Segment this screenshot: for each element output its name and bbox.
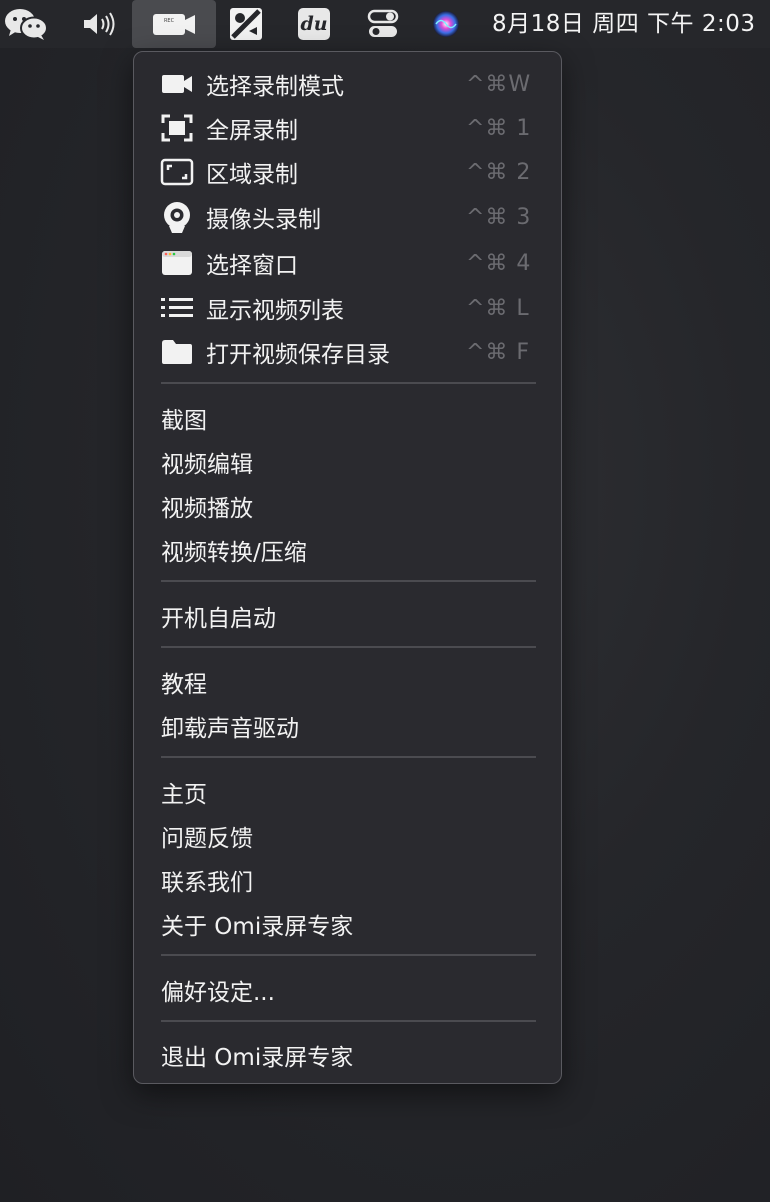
menu-item-label: 全屏录制 [206, 118, 298, 144]
menu-item-shortcut: ^⌘ 3 [466, 204, 532, 230]
wechat-icon[interactable] [2, 0, 50, 48]
menu-item-video-convert[interactable]: 视频转换/压缩 [134, 531, 561, 569]
menu-item-video-edit[interactable]: 视频编辑 [134, 443, 561, 481]
menu-item-label: 摄像头录制 [206, 207, 321, 233]
control-center-icon[interactable] [364, 0, 402, 48]
siri-icon[interactable] [428, 0, 464, 48]
menu-item-fullscreen-record[interactable]: 全屏录制 ^⌘ 1 [134, 109, 561, 147]
menu-item-homepage[interactable]: 主页 [134, 773, 561, 811]
menu-item-select-record-mode[interactable]: 选择录制模式 ^⌘W [134, 65, 561, 103]
menu-item-select-window[interactable]: 选择窗口 ^⌘ 4 [134, 244, 561, 282]
menu-item-shortcut: ^⌘ L [466, 295, 530, 321]
recorder-dropdown-menu: 选择录制模式 ^⌘W 全屏录制 ^⌘ 1 区域录制 ^⌘ 2 摄像头录制 ^⌘ … [133, 51, 562, 1084]
menu-item-contact-us[interactable]: 联系我们 [134, 861, 561, 899]
menu-item-label: 视频播放 [161, 496, 253, 522]
menu-item-uninstall-audio-driver[interactable]: 卸载声音驱动 [134, 707, 561, 745]
menu-item-launch-at-login[interactable]: 开机自启动 [134, 597, 561, 635]
folder-icon [160, 337, 194, 367]
menu-item-label: 关于 Omi录屏专家 [161, 914, 354, 940]
menu-item-shortcut: ^⌘ F [466, 339, 531, 365]
menu-item-region-record[interactable]: 区域录制 ^⌘ 2 [134, 153, 561, 191]
menu-item-label: 截图 [161, 408, 207, 434]
menu-separator [161, 580, 536, 582]
menu-item-label: 视频转换/压缩 [161, 540, 307, 566]
menu-separator [161, 954, 536, 956]
menu-item-show-video-list[interactable]: 显示视频列表 ^⌘ L [134, 289, 561, 327]
list-icon [160, 293, 194, 323]
fullscreen-icon [160, 113, 194, 143]
menu-item-shortcut: ^⌘ 1 [466, 115, 532, 141]
menu-item-label: 主页 [161, 782, 207, 808]
menu-item-label: 打开视频保存目录 [206, 342, 390, 368]
menu-item-label: 选择录制模式 [206, 74, 344, 100]
menu-item-open-save-folder[interactable]: 打开视频保存目录 ^⌘ F [134, 333, 561, 371]
window-icon [160, 248, 194, 278]
menu-item-shortcut: ^⌘ 2 [466, 159, 532, 185]
region-icon [160, 157, 194, 187]
menu-separator [161, 382, 536, 384]
menu-item-feedback[interactable]: 问题反馈 [134, 817, 561, 855]
screen-recorder-icon[interactable]: REC [132, 0, 216, 48]
menu-item-label: 教程 [161, 672, 207, 698]
menu-separator [161, 756, 536, 758]
volume-icon[interactable] [78, 0, 122, 48]
menu-item-label: 偏好设定... [161, 980, 275, 1006]
menu-item-label: 退出 Omi录屏专家 [161, 1045, 354, 1071]
menu-item-label: 联系我们 [161, 870, 253, 896]
menu-item-preferences[interactable]: 偏好设定... [134, 971, 561, 1009]
menu-item-label: 卸载声音驱动 [161, 716, 299, 742]
menu-item-screenshot[interactable]: 截图 [134, 399, 561, 437]
menu-item-about[interactable]: 关于 Omi录屏专家 [134, 905, 561, 943]
menu-separator [161, 1020, 536, 1022]
baidu-input-icon[interactable]: du [296, 0, 332, 48]
menu-item-quit[interactable]: 退出 Omi录屏专家 [134, 1036, 561, 1074]
menu-item-video-play[interactable]: 视频播放 [134, 487, 561, 525]
app-icon[interactable] [226, 0, 266, 48]
menu-item-label: 区域录制 [206, 162, 298, 188]
menubar-clock[interactable]: 8月18日 周四 下午 2:03 [492, 0, 755, 48]
menu-item-label: 视频编辑 [161, 452, 253, 478]
video-camera-icon [160, 69, 194, 99]
menu-item-tutorial[interactable]: 教程 [134, 663, 561, 701]
menu-item-label: 问题反馈 [161, 826, 253, 852]
baidu-input-label: du [300, 13, 328, 35]
webcam-icon [160, 202, 194, 233]
menu-item-shortcut: ^⌘W [466, 71, 532, 97]
menu-separator [161, 646, 536, 648]
menu-item-label: 选择窗口 [206, 253, 298, 279]
menu-item-webcam-record[interactable]: 摄像头录制 ^⌘ 3 [134, 198, 561, 236]
menu-item-label: 显示视频列表 [206, 298, 344, 324]
menu-bar: REC du 8月18日 周四 下午 2:03 [0, 0, 770, 48]
menu-item-shortcut: ^⌘ 4 [466, 250, 532, 276]
menu-item-label: 开机自启动 [161, 606, 276, 632]
rec-badge: REC [164, 18, 175, 24]
